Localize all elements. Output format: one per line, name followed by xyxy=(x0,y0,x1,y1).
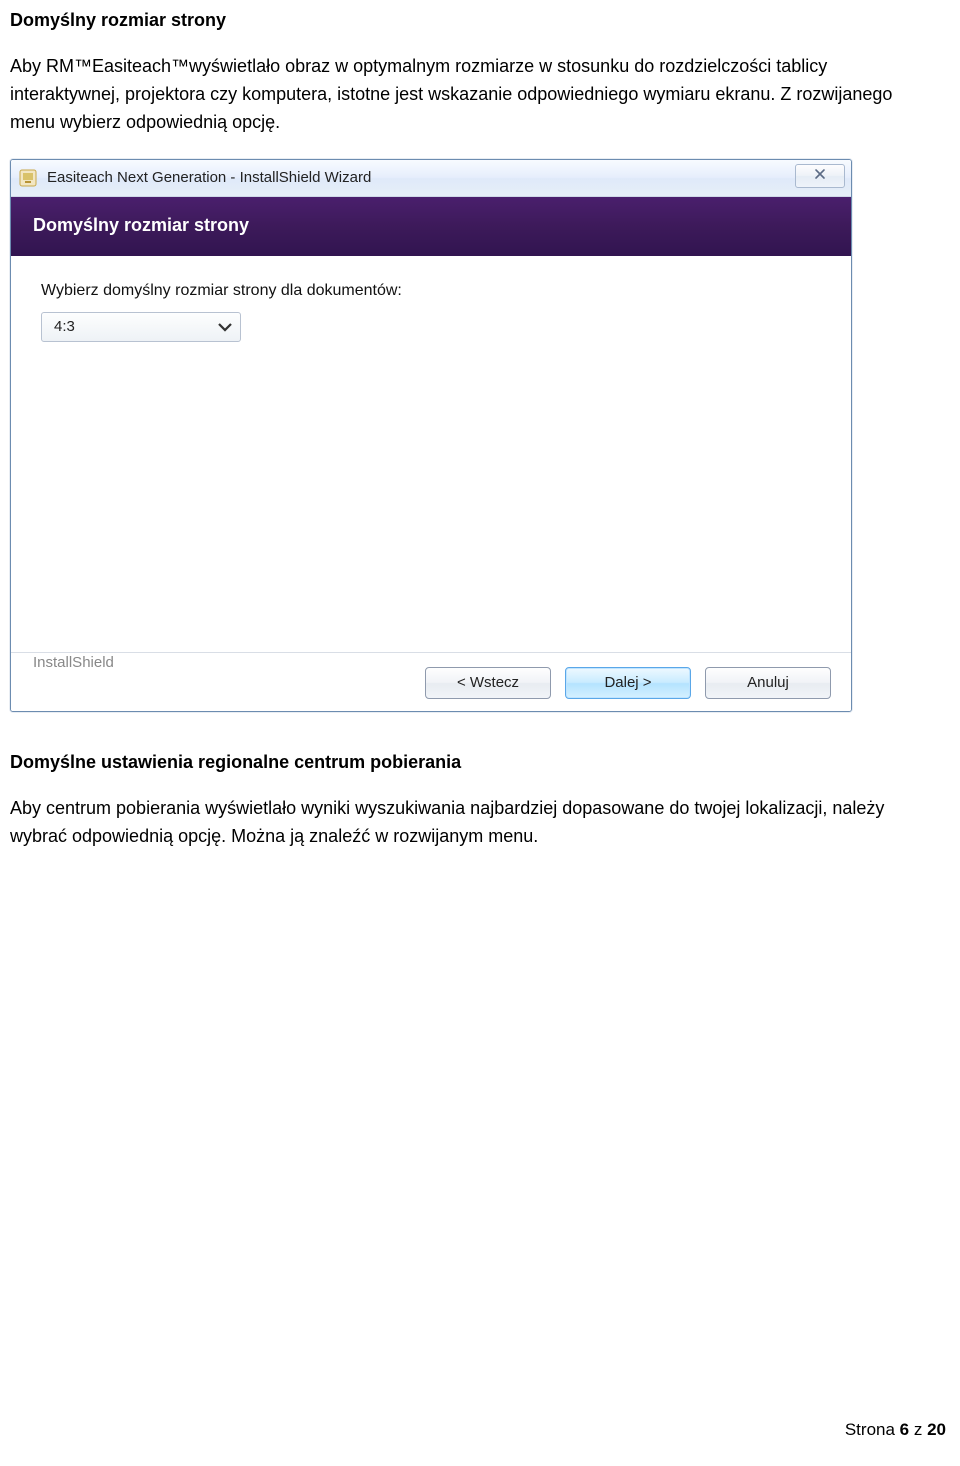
close-icon xyxy=(814,167,826,185)
installshield-brand: InstallShield xyxy=(27,654,120,671)
chevron-down-icon xyxy=(216,318,234,336)
wizard-content: Wybierz domyślny rozmiar strony dla doku… xyxy=(11,256,851,652)
installer-icon xyxy=(19,169,37,187)
wizard-button-row: < Wstecz Dalej > Anuluj xyxy=(425,667,831,699)
page-size-dropdown[interactable]: 4:3 xyxy=(41,312,241,342)
close-button[interactable] xyxy=(795,164,845,188)
page-size-label: Wybierz domyślny rozmiar strony dla doku… xyxy=(41,282,821,300)
dialog-titlebar: Easiteach Next Generation - InstallShiel… xyxy=(11,160,851,197)
next-button[interactable]: Dalej > xyxy=(565,667,691,699)
installshield-dialog: Easiteach Next Generation - InstallShiel… xyxy=(10,159,852,712)
page-prefix: Strona xyxy=(845,1420,900,1439)
section2-paragraph: Aby centrum pobierania wyświetlało wynik… xyxy=(10,795,900,851)
section1-paragraph: Aby RM™Easiteach™wyświetlało obraz w opt… xyxy=(10,53,900,137)
page-sep: z xyxy=(909,1420,927,1439)
page-current: 6 xyxy=(900,1420,909,1439)
cancel-button[interactable]: Anuluj xyxy=(705,667,831,699)
section1-heading: Domyślny rozmiar strony xyxy=(10,10,900,31)
dialog-body: Domyślny rozmiar strony Wybierz domyślny… xyxy=(11,197,851,711)
back-button[interactable]: < Wstecz xyxy=(425,667,551,699)
dialog-title: Easiteach Next Generation - InstallShiel… xyxy=(47,169,371,186)
page-total: 20 xyxy=(927,1420,946,1439)
page-size-value: 4:3 xyxy=(54,318,75,335)
section2-heading: Domyślne ustawienia regionalne centrum p… xyxy=(10,752,900,773)
page-number: Strona 6 z 20 xyxy=(845,1420,946,1440)
wizard-header-title: Domyślny rozmiar strony xyxy=(33,215,829,236)
wizard-footer: InstallShield < Wstecz Dalej > Anuluj xyxy=(11,652,851,711)
wizard-header: Domyślny rozmiar strony xyxy=(11,197,851,256)
